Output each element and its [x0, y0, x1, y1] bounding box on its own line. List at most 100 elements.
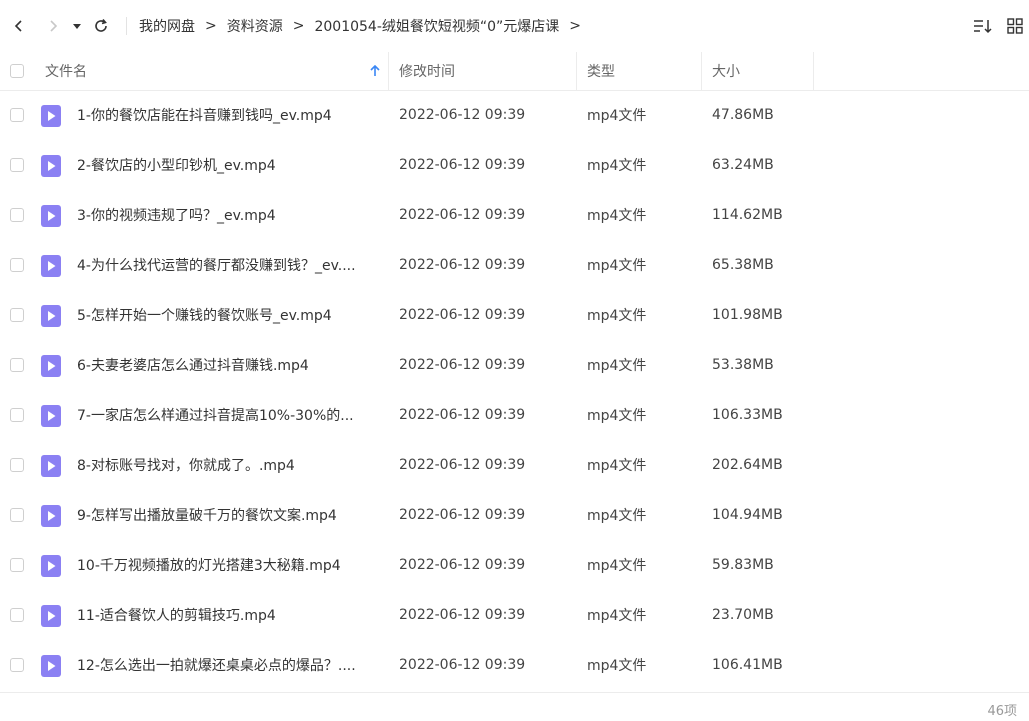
video-file-icon — [41, 555, 61, 577]
item-count: 46项 — [987, 704, 1017, 719]
row-checkbox[interactable] — [10, 458, 24, 472]
row-checkbox[interactable] — [10, 658, 24, 672]
file-name-text: 10-千万视频播放的灯光搭建3大秘籍.mp4 — [77, 558, 341, 574]
breadcrumb-separator: > — [569, 18, 582, 34]
forward-button[interactable] — [40, 13, 66, 39]
row-checkbox[interactable] — [10, 108, 24, 122]
file-name-text: 2-餐饮店的小型印钞机_ev.mp4 — [77, 158, 276, 174]
file-type: mp4文件 — [587, 408, 647, 424]
row-checkbox[interactable] — [10, 558, 24, 572]
back-button[interactable] — [6, 13, 32, 39]
column-header-type[interactable]: 类型 — [577, 52, 702, 90]
table-row[interactable]: 9-怎样写出播放量破千万的餐饮文案.mp4 2022-06-12 09:39 m… — [0, 490, 1029, 540]
column-header-mtime[interactable]: 修改时间 — [389, 52, 577, 90]
file-name-text: 11-适合餐饮人的剪辑技巧.mp4 — [77, 608, 276, 624]
breadcrumb-item-root[interactable]: 我的网盘 — [139, 16, 195, 36]
file-mtime: 2022-06-12 09:39 — [399, 607, 526, 623]
table-row[interactable]: 10-千万视频播放的灯光搭建3大秘籍.mp4 2022-06-12 09:39 … — [0, 540, 1029, 590]
sort-button[interactable] — [971, 14, 995, 38]
chevron-right-icon — [50, 20, 58, 32]
file-name[interactable]: 3-你的视频违规了吗？_ev.mp4 — [77, 190, 382, 240]
table-row[interactable]: 8-对标账号找对，你就成了。.mp4 2022-06-12 09:39 mp4文… — [0, 440, 1029, 490]
file-name[interactable]: 1-你的餐饮店能在抖音赚到钱吗_ev.mp4 — [77, 90, 382, 140]
refresh-icon — [95, 18, 107, 32]
caret-down-icon — [73, 24, 81, 29]
table-row[interactable]: 2-餐饮店的小型印钞机_ev.mp4 2022-06-12 09:39 mp4文… — [0, 140, 1029, 190]
file-type: mp4文件 — [587, 658, 647, 674]
table-row[interactable]: 4-为什么找代运营的餐厅都没赚到钱？_ev.... 2022-06-12 09:… — [0, 240, 1029, 290]
table-row[interactable]: 6-夫妻老婆店怎么通过抖音赚钱.mp4 2022-06-12 09:39 mp4… — [0, 340, 1029, 390]
file-name[interactable]: 4-为什么找代运营的餐厅都没赚到钱？_ev.... — [77, 240, 382, 290]
file-name-text: 6-夫妻老婆店怎么通过抖音赚钱.mp4 — [77, 358, 309, 374]
file-name[interactable]: 10-千万视频播放的灯光搭建3大秘籍.mp4 — [77, 540, 382, 590]
column-header-name-label: 文件名 — [45, 64, 87, 80]
file-name-text: 9-怎样写出播放量破千万的餐饮文案.mp4 — [77, 508, 337, 524]
file-name[interactable]: 5-怎样开始一个赚钱的餐饮账号_ev.mp4 — [77, 290, 382, 340]
row-checkbox[interactable] — [10, 258, 24, 272]
video-file-icon — [41, 105, 61, 127]
file-name[interactable]: 6-夫妻老婆店怎么通过抖音赚钱.mp4 — [77, 340, 382, 390]
table-row[interactable]: 11-适合餐饮人的剪辑技巧.mp4 2022-06-12 09:39 mp4文件… — [0, 590, 1029, 640]
table-row[interactable]: 3-你的视频违规了吗？_ev.mp4 2022-06-12 09:39 mp4文… — [0, 190, 1029, 240]
file-mtime: 2022-06-12 09:39 — [399, 107, 526, 123]
table-row[interactable]: 5-怎样开始一个赚钱的餐饮账号_ev.mp4 2022-06-12 09:39 … — [0, 290, 1029, 340]
video-file-icon — [41, 205, 61, 227]
row-checkbox[interactable] — [10, 308, 24, 322]
breadcrumb-separator: > — [205, 18, 217, 34]
row-checkbox[interactable] — [10, 608, 24, 622]
file-size: 65.38MB — [712, 257, 774, 273]
file-size: 106.33MB — [712, 407, 783, 423]
table-row[interactable]: 7-一家店怎么样通过抖音提高10%-30%的... 2022-06-12 09:… — [0, 390, 1029, 440]
file-name[interactable]: 11-适合餐饮人的剪辑技巧.mp4 — [77, 590, 382, 640]
column-header-mtime-label: 修改时间 — [399, 64, 455, 80]
row-checkbox[interactable] — [10, 358, 24, 372]
file-mtime: 2022-06-12 09:39 — [399, 457, 526, 473]
table-row[interactable]: 1-你的餐饮店能在抖音赚到钱吗_ev.mp4 2022-06-12 09:39 … — [0, 90, 1029, 140]
row-checkbox[interactable] — [10, 158, 24, 172]
file-name-text: 5-怎样开始一个赚钱的餐饮账号_ev.mp4 — [77, 308, 332, 324]
column-header-type-suffix: 型 — [601, 64, 615, 80]
row-checkbox[interactable] — [10, 508, 24, 522]
video-file-icon — [41, 655, 61, 677]
breadcrumb-item-current[interactable]: 2001054-绒姐餐饮短视频“0”元爆店课 — [314, 16, 559, 36]
file-size: 114.62MB — [712, 207, 783, 223]
file-name[interactable]: 7-一家店怎么样通过抖音提高10%-30%的... — [77, 390, 382, 440]
column-header-name[interactable]: 文件名 — [0, 52, 389, 90]
file-size: 104.94MB — [712, 507, 783, 523]
file-name[interactable]: 2-餐饮店的小型印钞机_ev.mp4 — [77, 140, 382, 190]
file-mtime: 2022-06-12 09:39 — [399, 157, 526, 173]
history-dropdown-button[interactable] — [68, 13, 86, 39]
row-checkbox[interactable] — [10, 408, 24, 422]
toolbar-divider — [126, 17, 127, 35]
toolbar: 我的网盘 > 资料资源 > 2001054-绒姐餐饮短视频“0”元爆店课 > — [0, 0, 1029, 52]
toolbar-right — [971, 0, 1029, 52]
row-checkbox[interactable] — [10, 208, 24, 222]
file-name-text: 4-为什么找代运营的餐厅都没赚到钱？_ev.... — [77, 258, 356, 274]
file-mtime: 2022-06-12 09:39 — [399, 657, 526, 673]
video-file-icon — [41, 605, 61, 627]
table-row[interactable]: 12-怎么选出一拍就爆还桌桌必点的爆品？.... 2022-06-12 09:3… — [0, 640, 1029, 690]
grid-view-button[interactable] — [1003, 14, 1027, 38]
file-name[interactable]: 8-对标账号找对，你就成了。.mp4 — [77, 440, 382, 490]
file-size: 23.70MB — [712, 607, 774, 623]
refresh-button[interactable] — [88, 13, 114, 39]
file-type: mp4文件 — [587, 108, 647, 124]
file-name[interactable]: 12-怎么选出一拍就爆还桌桌必点的爆品？.... — [77, 640, 382, 690]
sort-ascending-icon — [370, 65, 380, 76]
file-type: mp4文件 — [587, 308, 647, 324]
column-header-size-label: 大小 — [712, 64, 740, 80]
list-header: 文件名 修改时间 类型 大小 — [0, 52, 1029, 91]
file-size: 53.38MB — [712, 357, 774, 373]
video-file-icon — [41, 305, 61, 327]
column-header-size[interactable]: 大小 — [702, 52, 814, 90]
video-file-icon — [41, 405, 61, 427]
file-name[interactable]: 9-怎样写出播放量破千万的餐饮文案.mp4 — [77, 490, 382, 540]
file-type: mp4文件 — [587, 208, 647, 224]
breadcrumb-item-resources[interactable]: 资料资源 — [227, 16, 283, 36]
file-size: 101.98MB — [712, 307, 783, 323]
file-mtime: 2022-06-12 09:39 — [399, 557, 526, 573]
column-header-type-prefix: 类 — [587, 64, 601, 80]
file-name-text: 3-你的视频违规了吗？_ev.mp4 — [77, 208, 276, 224]
grid-icon — [1007, 18, 1023, 34]
file-mtime: 2022-06-12 09:39 — [399, 307, 526, 323]
